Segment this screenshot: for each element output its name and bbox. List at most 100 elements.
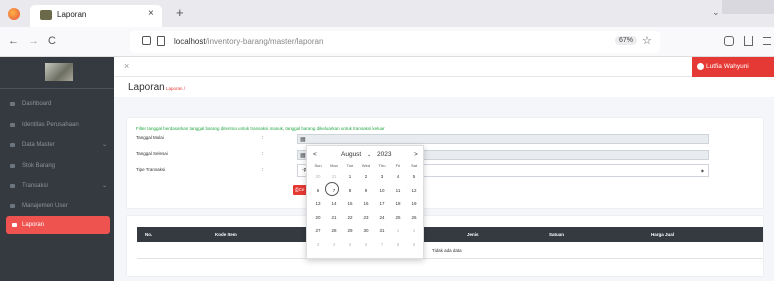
calendar-day[interactable]: 4 [391, 174, 405, 179]
calendar-day[interactable]: 31 [375, 228, 389, 233]
calendar-day[interactable]: 1 [343, 174, 357, 179]
sidebar-item-laporan[interactable]: Laporan [6, 216, 110, 234]
url-path: /inventory-barang/master/laporan [205, 37, 324, 46]
calendar-icon: ▦ [300, 137, 306, 143]
calendar-day[interactable]: 4 [327, 242, 341, 247]
calendar-day[interactable]: 2 [407, 228, 421, 233]
breadcrumb[interactable]: Laporan / [166, 86, 185, 91]
col-header-harga-jual: Harga Jual [651, 232, 675, 237]
reload-icon[interactable]: C [48, 35, 56, 47]
building-icon [10, 123, 15, 127]
user-menu-button[interactable]: Lutfia Wahyuni [692, 57, 774, 77]
calendar-day[interactable]: 6 [359, 242, 373, 247]
calendar-day[interactable]: 16 [359, 201, 373, 206]
filter-card [127, 118, 763, 208]
chevron-down-icon: ⌄ [102, 183, 108, 189]
calendar-day[interactable]: 30 [359, 228, 373, 233]
new-tab-button[interactable]: + [176, 5, 184, 20]
calendar-day[interactable]: 22 [343, 215, 357, 220]
bookmark-star-icon[interactable]: ☆ [642, 34, 652, 47]
hamburger-menu-icon[interactable] [763, 37, 771, 45]
shield-icon [142, 36, 151, 45]
calendar-day[interactable]: 7 [375, 242, 389, 247]
folder-icon [10, 184, 15, 188]
calendar-day[interactable]: 26 [407, 215, 421, 220]
calendar-day[interactable]: 25 [391, 215, 405, 220]
menu-toggle-icon[interactable]: × [124, 61, 129, 71]
calendar-day[interactable]: 30 [311, 174, 325, 179]
prev-month-button[interactable]: < [313, 151, 317, 158]
calendar-day[interactable]: 1 [391, 228, 405, 233]
weekday-label: Wed [361, 163, 371, 168]
calendar-day[interactable]: 5 [343, 242, 357, 247]
start-date-input[interactable]: ▦ [297, 134, 709, 144]
calendar-day[interactable]: 9 [407, 242, 421, 247]
col-header-no: No. [145, 232, 153, 237]
window-controls[interactable] [722, 0, 774, 14]
share-icon[interactable] [744, 36, 753, 46]
box-icon [10, 164, 15, 168]
calendar-day[interactable]: 8 [343, 188, 357, 193]
sidebar-item-label: Transaksi [22, 183, 48, 189]
calendar-day[interactable]: 10 [375, 188, 389, 193]
sidebar-item-identitas-perusahaan[interactable]: Identitas Perusahaan [0, 116, 114, 134]
calendar-day[interactable]: 3 [375, 174, 389, 179]
calendar-day[interactable]: 9 [359, 188, 373, 193]
calendar-day[interactable]: 13 [311, 201, 325, 206]
pocket-icon[interactable] [724, 36, 734, 46]
users-icon [10, 204, 15, 208]
calendar-day[interactable]: 12 [407, 188, 421, 193]
address-bar[interactable]: localhost/inventory-barang/master/lapora… [130, 31, 660, 53]
calendar-day[interactable]: 11 [391, 188, 405, 193]
calendar-day[interactable]: 14 [327, 201, 341, 206]
sidebar-item-label: Identitas Perusahaan [22, 122, 79, 128]
sidebar-divider [0, 88, 114, 89]
browser-nav-bar: ← → C localhost/inventory-barang/master/… [0, 27, 774, 57]
zoom-level[interactable]: 67% [615, 36, 638, 45]
sidebar-item-stok-barang[interactable]: Stok Barang [0, 157, 114, 175]
calendar-day[interactable]: 21 [327, 215, 341, 220]
chevron-down-icon: ⌄ [102, 142, 108, 148]
calendar-day[interactable]: 31 [327, 174, 341, 179]
calendar-day[interactable]: 3 [311, 242, 325, 247]
url-text[interactable]: localhost/inventory-barang/master/lapora… [174, 37, 323, 46]
next-month-button[interactable]: > [414, 151, 418, 158]
browser-tab[interactable]: Laporan × [30, 5, 162, 27]
colon: : [262, 167, 264, 173]
calendar-day[interactable]: 8 [391, 242, 405, 247]
tab-title: Laporan [57, 10, 87, 19]
calendar-day[interactable]: 2 [359, 174, 373, 179]
calendar-day[interactable]: 15 [343, 201, 357, 206]
weekday-label: Sat [410, 163, 417, 168]
sidebar: Dashboard Identitas Perusahaan Data Mast… [0, 57, 114, 281]
tab-list-chevron-icon[interactable]: ⌄ [712, 7, 720, 18]
calendar-day[interactable]: 20 [311, 215, 325, 220]
calendar-day[interactable]: 7 [327, 188, 341, 193]
forward-arrow-icon[interactable]: → [28, 35, 39, 47]
calendar-day[interactable]: 29 [343, 228, 357, 233]
calendar-day[interactable]: 28 [327, 228, 341, 233]
calendar-day[interactable]: 5 [407, 174, 421, 179]
calendar-day[interactable]: 23 [359, 215, 373, 220]
calendar-day[interactable]: 24 [375, 215, 389, 220]
report-icon [12, 223, 17, 227]
sidebar-item-manajemen-user[interactable]: Manajemen User [0, 197, 114, 215]
calendar-day[interactable]: 17 [375, 201, 389, 206]
sidebar-item-label: Stok Barang [22, 163, 56, 169]
back-arrow-icon[interactable]: ← [8, 35, 19, 47]
calendar-day[interactable]: 18 [391, 201, 405, 206]
url-host: localhost [174, 37, 206, 46]
calendar-day[interactable]: 19 [407, 201, 421, 206]
sidebar-item-transaksi[interactable]: Transaksi ⌄ [0, 177, 114, 195]
sidebar-item-dashboard[interactable]: Dashboard [0, 95, 114, 113]
calendar-day[interactable]: 27 [311, 228, 325, 233]
datepicker-year[interactable]: 2023 [377, 151, 391, 158]
datepicker-popup: < August ⌄ 2023 > Sun Mon Tue Wed Thu Fri Sat 3… [306, 145, 424, 259]
datepicker-month[interactable]: August [341, 151, 361, 158]
dashboard-icon [10, 102, 15, 106]
label-start-date: Tanggal Mulai [136, 135, 164, 140]
calendar-day[interactable]: 6 [311, 188, 325, 193]
user-avatar-icon [697, 63, 704, 70]
tab-close-icon[interactable]: × [148, 8, 154, 19]
sidebar-item-data-master[interactable]: Data Master ⌄ [0, 136, 114, 154]
